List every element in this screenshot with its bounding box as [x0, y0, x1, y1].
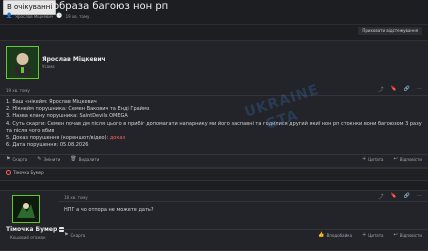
post1-footer-divider: [0, 154, 428, 155]
link-icon[interactable]: 🔗: [404, 86, 410, 93]
post1-author-name[interactable]: Ярослав Міцкевич: [42, 56, 106, 63]
trash-icon: 🗑: [70, 156, 77, 162]
mentions-strip: [0, 168, 428, 181]
post1-line-5: 5. Доказ порушення (кореншот/відео): док…: [6, 135, 422, 142]
thread-author[interactable]: Ярослав Міцкевич: [15, 14, 53, 19]
post2-author[interactable]: Тімочка Бумер: [6, 226, 65, 233]
clock-icon: 🕒: [56, 13, 63, 19]
post1-date: 19 хв. тому: [6, 88, 30, 93]
post1-actions-left: ⚑ Скарга ✎ Змінити 🗑 Видалити: [6, 156, 100, 163]
quote-button[interactable]: + Цитата: [362, 156, 384, 163]
quote-label: Цитата: [368, 157, 384, 162]
mention-item[interactable]: Тімочка Бумер: [6, 170, 44, 175]
quote-button[interactable]: + Цитата: [362, 232, 384, 239]
hide-tracking-button[interactable]: Приховати відстежування: [358, 27, 422, 35]
thumb-up-icon: 👍: [318, 232, 325, 238]
avatar[interactable]: [12, 195, 40, 223]
like-label: Вподобайка: [326, 233, 353, 238]
circle-icon: [6, 170, 11, 175]
post2-author-role: Кошовий отаман: [10, 235, 46, 240]
post1-header-divider: [0, 95, 428, 96]
flag-icon: ⚑: [6, 156, 11, 162]
post1-line-5-text: 5. Доказ порушення (кореншот/відео):: [6, 135, 110, 142]
edit-label: Змінити: [43, 157, 61, 162]
header-divider: [0, 24, 428, 25]
post1-line-6: 6. Дата порушення: 05.08.2026: [6, 142, 89, 149]
post1-line-3: 3. Назва клану порушника: SaintDevils OM…: [6, 113, 128, 120]
post2-tools: ⤴ 🔖 🔗 ⋯: [379, 193, 422, 200]
delete-label: Видалити: [78, 157, 100, 162]
post1-author-role: Усама: [42, 64, 55, 69]
post2-header-divider: [58, 201, 428, 202]
post2-author-name[interactable]: Тімочка Бумер: [6, 226, 57, 233]
post1-line-4: 4. Суть скарги: Семен почав дм після цьо…: [6, 120, 422, 134]
like-button[interactable]: 👍 Вподобайка: [318, 232, 353, 239]
post1-actions-right: + Цитата ↩ Відповісти: [362, 156, 422, 163]
reply-button[interactable]: ↩ Відповісти: [393, 156, 422, 163]
bookmark-icon[interactable]: 🔖: [391, 193, 397, 200]
share-icon[interactable]: ⤴: [379, 86, 384, 93]
plus-icon: +: [362, 232, 367, 238]
report-label: Скарга: [70, 233, 86, 238]
pencil-icon: ✎: [37, 156, 42, 162]
post2-footer-divider: [58, 229, 428, 230]
report-button[interactable]: ⚑ Скарга: [6, 156, 28, 163]
post2-actions-left: ⚑ Скарга: [64, 232, 86, 239]
post1-content: 1. Ваш «нікейм: Ярослав Міцкевич 2. Нікн…: [6, 99, 422, 149]
thread-age: 19 хв. тому: [65, 14, 90, 19]
report-label: Скарга: [12, 157, 28, 162]
post2-date: 18 хв. тому: [64, 195, 88, 200]
reply-icon: ↩: [393, 156, 398, 162]
reply-label: Відповісти: [399, 233, 422, 238]
flag-icon: ⚑: [64, 232, 69, 238]
avatar[interactable]: [6, 46, 39, 79]
more-icon[interactable]: ⋯: [417, 193, 422, 200]
link-icon[interactable]: 🔗: [404, 193, 410, 200]
share-icon[interactable]: ⤴: [379, 193, 384, 200]
post1-line-2: 2. Нікнейм порушника: Семен Вакович та Е…: [6, 106, 150, 113]
reply-label: Відповісти: [399, 157, 422, 162]
mention-user: Тімочка Бумер: [13, 170, 44, 175]
more-icon[interactable]: ⋯: [417, 86, 422, 93]
bookmark-icon[interactable]: 🔖: [391, 86, 397, 93]
thread-meta: 👤 Ярослав Міцкевич 🕒 19 хв. тому: [6, 13, 90, 20]
proof-link[interactable]: доказ: [110, 135, 125, 141]
plus-icon: +: [362, 156, 367, 162]
thread-title: образа багоюз нон рп: [53, 1, 169, 12]
user-icon: 👤: [6, 13, 13, 19]
post2-text: НПГ а чо отпора не можете дать?: [64, 207, 154, 213]
quote-label: Цитата: [368, 233, 384, 238]
post2-actions-right: 👍 Вподобайка + Цитата ↩ Відповісти: [318, 232, 422, 239]
delete-button[interactable]: 🗑 Видалити: [70, 156, 100, 163]
report-button[interactable]: ⚑ Скарга: [64, 232, 86, 239]
edit-button[interactable]: ✎ Змінити: [37, 156, 61, 163]
post1-tools: ⤴ 🔖 🔗 ⋯: [379, 86, 422, 93]
reply-icon: ↩: [393, 232, 398, 238]
reply-button[interactable]: ↩ Відповісти: [393, 232, 422, 239]
